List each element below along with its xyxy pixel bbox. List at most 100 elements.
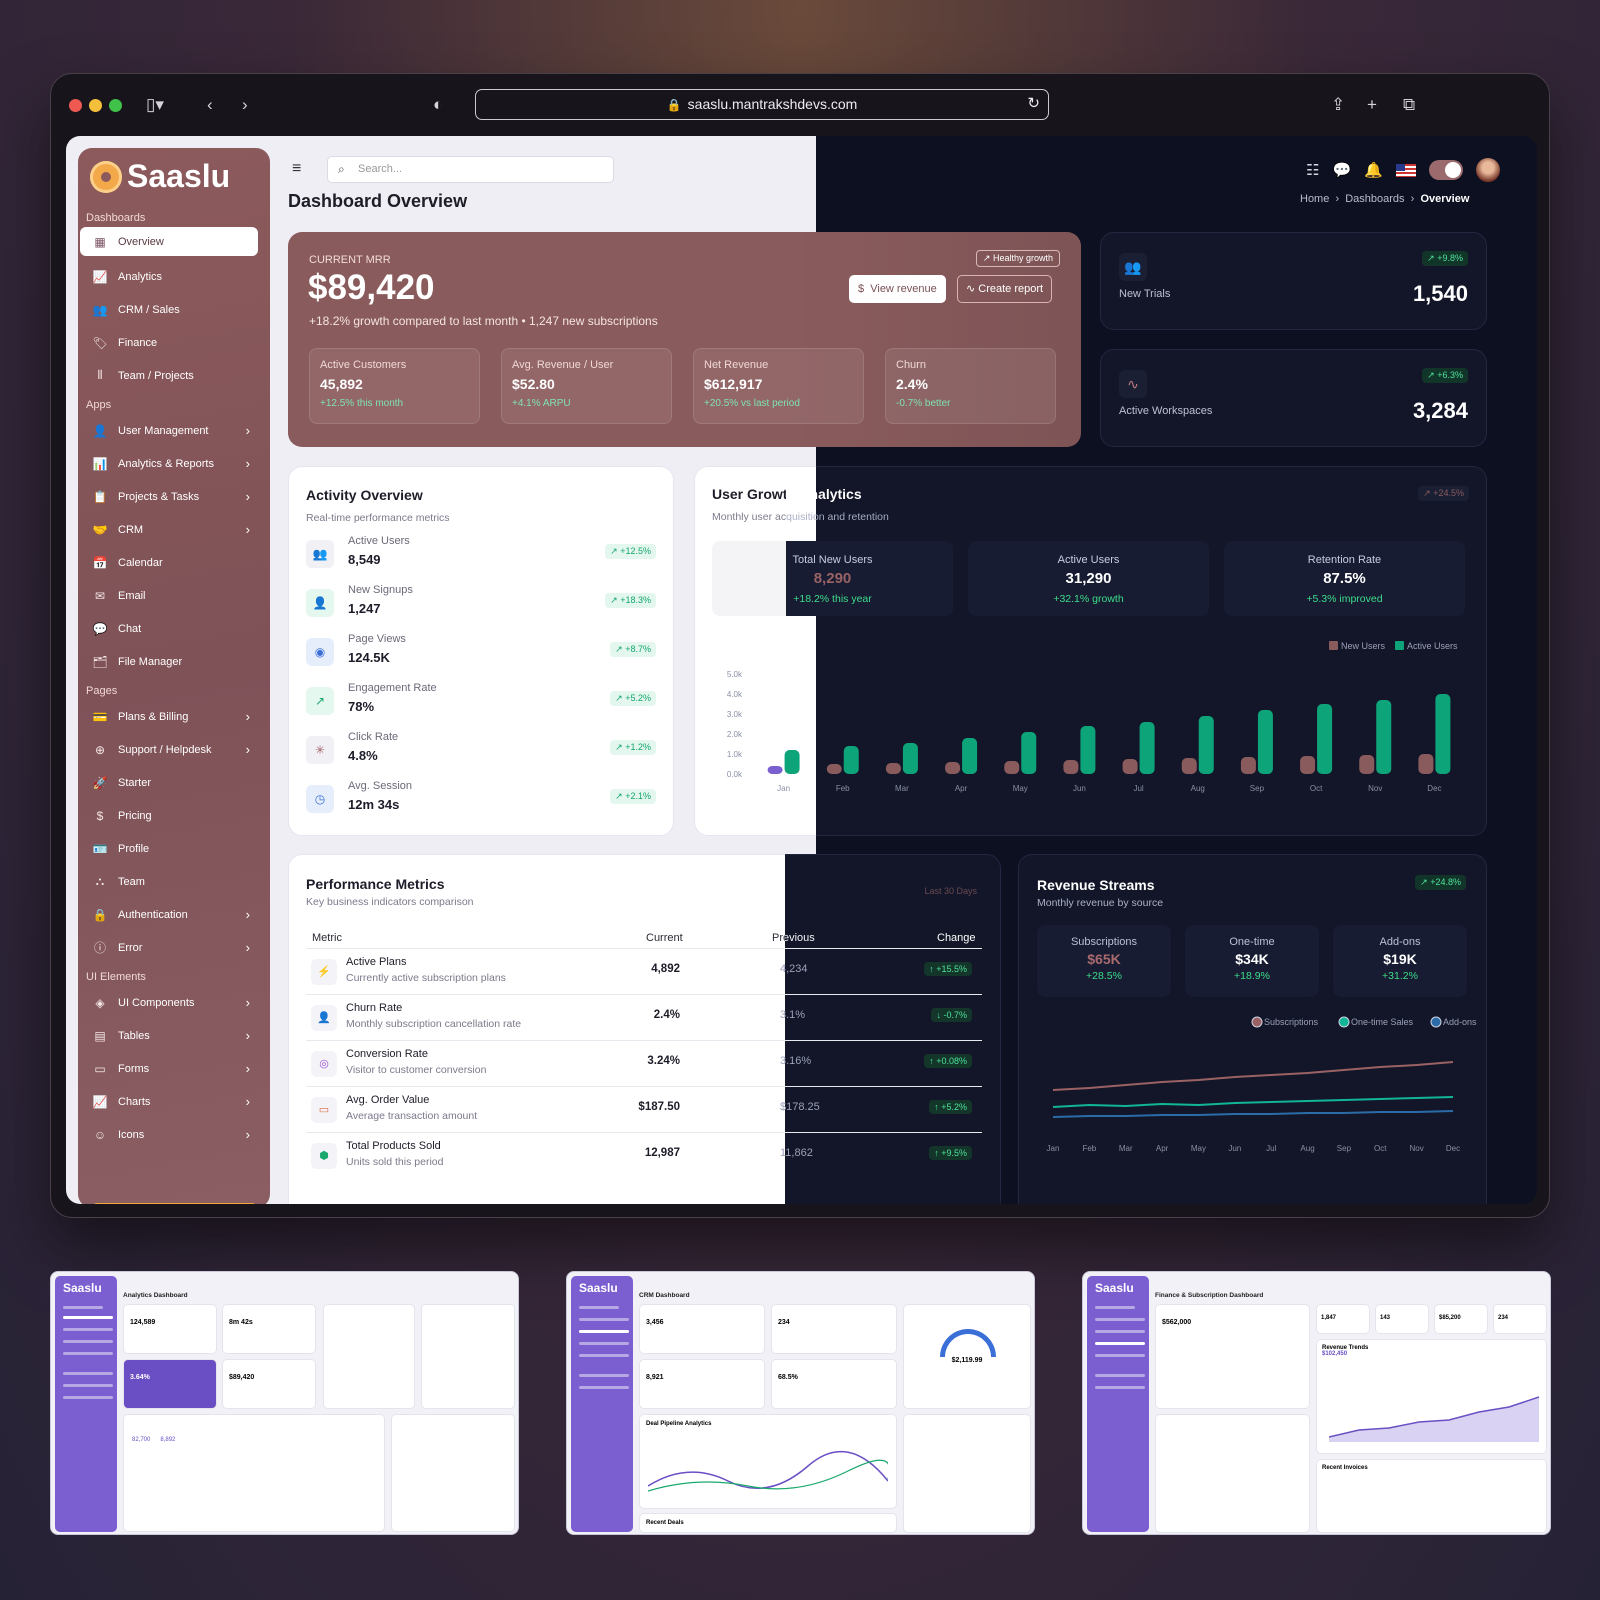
row-label: Click Rate [348,731,399,743]
mrr-hero-card: CURRENT MRR $89,420 +18.2% growth compar… [288,232,1081,447]
tabs-icon[interactable]: ⧉ [1403,94,1415,116]
bar-new-users [945,762,961,774]
thumbnail-crm-dashboard[interactable]: Saaslu CRM Dashboard 3,456 234 8,921 68.… [566,1271,1035,1535]
sidebar-item-calendar[interactable]: 📅 Calendar [78,546,270,579]
row-name: Avg. Order Value [346,1094,430,1106]
sidebar-item-starter[interactable]: 🚀 Starter [78,766,270,799]
forward-icon[interactable]: › [242,94,248,116]
lifebuoy-icon: ⊕ [94,742,106,757]
thumb-nav-line [579,1386,629,1389]
row-desc: Units sold this period [346,1156,444,1168]
thumb-kpi: 3.64% [123,1359,217,1409]
avatar[interactable] [1475,158,1500,182]
shield-icon[interactable]: ◐ [433,94,443,116]
language-flag-icon[interactable] [1395,163,1416,177]
section-dashboards: Dashboards [86,212,146,224]
thumb-kpi: 124,589 [123,1304,217,1354]
period-filter[interactable]: Last 30 Days [924,886,977,896]
row-current: 2.4% [653,1009,680,1021]
metric-label: Active Customers [320,359,407,371]
url-bar[interactable]: 🔒 saaslu.mantrakshdevs.com ↻ [475,89,1049,120]
sidebar-item-team-projects[interactable]: ⫴ Team / Projects [78,359,270,392]
breadcrumb-home[interactable]: Home [1300,193,1329,205]
theme-toggle[interactable] [1428,160,1463,180]
back-icon[interactable]: ‹ [207,94,213,116]
thumb-kpi: 3,456 [639,1304,765,1354]
row-badge: ↗ +12.5% [605,544,656,559]
table-icon: ▤ [94,1028,106,1043]
badge-value: +5.2% [625,693,651,703]
sidebar-item-support[interactable]: ⊕ Support / Helpdesk › [78,733,270,766]
logo[interactable]: Saaslu [78,148,270,205]
sidebar-item-label: Forms [118,1062,150,1075]
sidebar-item-label: Analytics [118,270,163,283]
thumbnail-finance-dashboard[interactable]: Saaslu Finance & Subscription Dashboard … [1082,1271,1551,1535]
create-report-button[interactable]: ∿ Create report [957,275,1053,303]
lightning-icon: ⚡ [311,959,337,985]
row-badge: ↗ +8.7% [610,642,656,657]
sidebar-item-user-management[interactable]: 👤 User Management › [78,414,270,447]
thumbnail-analytics-dashboard[interactable]: Saaslu Analytics Dashboard 124,589 8m 42… [50,1271,519,1535]
sidebar-toggle-icon[interactable]: ▯▾ [146,94,164,116]
sidebar-item-charts[interactable]: 📈 Charts › [78,1085,270,1118]
section-apps: Apps [86,399,112,411]
sidebar-item-file-manager[interactable]: 🗂 File Manager [78,645,270,678]
bar-active-users [962,738,978,774]
metric-net-revenue: Net Revenue $612,917 +20.5% vs last period [693,348,864,424]
breadcrumb-dashboards[interactable]: Dashboards [1345,193,1404,205]
rocket-icon: 🚀 [92,775,108,790]
search-input[interactable]: ⌕ Search... [327,156,614,183]
sidebar-item-forms[interactable]: ▭ Forms › [78,1052,270,1085]
sidebar-item-projects-tasks[interactable]: 📋 Projects & Tasks › [78,480,270,513]
sidebar-item-overview[interactable]: ▦ Overview [80,227,258,256]
legend-swatch [1329,641,1338,650]
sidebar-item-plans-billing[interactable]: 💳 Plans & Billing › [78,700,270,733]
new-tab-icon[interactable]: + [1367,94,1377,116]
sidebar-item-analytics-reports[interactable]: 📊 Analytics & Reports › [78,447,270,480]
menu-toggle-icon[interactable]: ≡ [292,161,308,177]
messages-icon[interactable]: 💬 [1332,161,1351,179]
line-subscriptions [1052,1061,1454,1091]
thumb-kpi: 8,892 [160,1437,176,1443]
sidebar-item-ui-components[interactable]: ◈ UI Components › [78,986,270,1019]
sidebar-item-crm[interactable]: 🤝 CRM › [78,513,270,546]
sidebar-item-label: Email [118,589,146,602]
sidebar-item-finance[interactable]: 🏷 Finance [78,326,270,359]
thumb-balance: $562,000 [1155,1304,1310,1409]
maximize-dot[interactable] [109,99,122,112]
sidebar-item-tables[interactable]: ▤ Tables › [78,1019,270,1052]
stat-active-workspaces: ∿ Active Workspaces 3,284 ↗ +6.3% [1100,349,1487,447]
bar-new-users [1240,757,1256,774]
box-label: Total New Users [792,554,873,566]
close-dot[interactable] [69,99,82,112]
user-growth-bar-chart: New Users Active Users 0.0k 1.0k 2.0k 3.0k 4.0… [727,641,1458,793]
sidebar-item-authentication[interactable]: 🔒 Authentication › [78,898,270,931]
sidebar-item-email[interactable]: ✉ Email [78,579,270,612]
minimize-dot[interactable] [89,99,102,112]
sidebar-item-crm-sales[interactable]: 👥 CRM / Sales [78,293,270,326]
row-desc: Currently active subscription plans [346,972,506,984]
box-delta: +18.2% this year [793,593,872,605]
upgrade-button[interactable] [92,1203,257,1204]
sidebar-item-error[interactable]: ⓘ Error › [78,931,270,964]
box-delta: +32.1% growth [1053,593,1124,605]
thumb-nav-line [63,1340,113,1343]
sidebar-item-pricing[interactable]: $ Pricing [78,799,270,832]
sidebar-item-chat[interactable]: 💬 Chat [78,612,270,645]
sidebar-item-profile[interactable]: 🪪 Profile [78,832,270,865]
sidebar-item-icons[interactable]: ☺ Icons › [78,1118,270,1151]
settings-sliders-icon[interactable]: ☷ [1306,161,1319,179]
card-subtitle-text: Monthly user acquisition and retention [712,511,889,523]
activity-row-click-rate: ✳ Click Rate 4.8% ↗ +1.2% [306,731,656,775]
chevron-right-icon: › [245,423,250,438]
box-delta: +18.9% [1234,970,1270,982]
sidebar-item-analytics[interactable]: 📈 Analytics [78,260,270,293]
sidebar-item-team[interactable]: ⛬ Team [78,865,270,898]
notifications-bell-icon[interactable]: 🔔 [1364,161,1383,179]
view-revenue-button[interactable]: $ View revenue [849,275,946,303]
chevron-right-icon: › [245,1094,250,1109]
share-icon[interactable]: ⇪ [1331,94,1345,116]
reload-icon[interactable]: ↻ [1027,90,1040,118]
users-icon: 👥 [1119,253,1147,281]
bar-active-users [1139,722,1155,774]
